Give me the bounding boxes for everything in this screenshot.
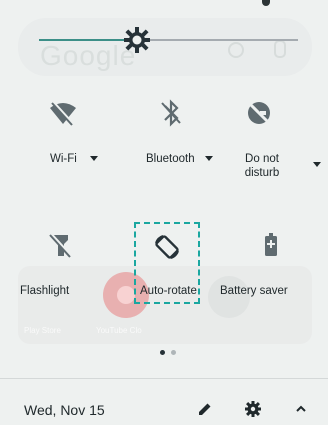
footer-date[interactable]: Wed, Nov 15 [24, 402, 105, 418]
auto-rotate-icon [155, 235, 179, 259]
wifi-dropdown-icon[interactable] [90, 156, 98, 161]
tile-do-not-disturb[interactable]: Do not disturb [220, 88, 322, 184]
gear-icon [245, 401, 261, 417]
background-app-label: YouTube Clo [96, 326, 142, 335]
dnd-dropdown-icon[interactable] [313, 162, 321, 167]
flashlight-off-icon [49, 232, 73, 258]
tile-bluetooth-label: Bluetooth [146, 153, 195, 165]
tile-flashlight-label: Flashlight [20, 285, 70, 297]
tile-battery-saver-label: Battery saver [220, 285, 288, 297]
battery-saver-icon [265, 233, 277, 256]
brightness-slider-fill[interactable] [39, 39, 135, 41]
tile-auto-rotate-label: Auto-rotate [140, 285, 197, 297]
page-indicator-active [160, 350, 165, 355]
tile-dnd-label-line2: disturb [244, 167, 280, 179]
tile-dnd-label-line1: Do not [245, 153, 279, 165]
collapse-button[interactable] [289, 397, 313, 421]
tile-bluetooth[interactable]: Bluetooth [128, 88, 218, 184]
brightness-icon [124, 27, 150, 53]
do-not-disturb-off-icon [248, 102, 270, 124]
bluetooth-off-icon [161, 99, 181, 127]
brightness-slider-thumb[interactable] [122, 25, 152, 55]
tile-wifi-label: Wi-Fi [50, 153, 77, 165]
settings-button[interactable] [241, 397, 265, 421]
bluetooth-dropdown-icon[interactable] [205, 156, 213, 161]
tile-auto-rotate[interactable]: Auto-rotate [134, 222, 200, 304]
background-app-label: Play Store [24, 326, 61, 335]
edit-tiles-button[interactable] [193, 397, 217, 421]
tile-wifi[interactable]: Wi-Fi [34, 88, 114, 184]
background-app-icon-inner [117, 286, 135, 304]
chevron-up-icon [296, 405, 306, 412]
page-indicator[interactable] [171, 350, 176, 355]
tile-flashlight[interactable]: Flashlight [20, 222, 106, 314]
pencil-icon [199, 403, 211, 415]
wifi-off-icon [50, 100, 76, 126]
background-mic-icon [274, 40, 286, 58]
tile-battery-saver[interactable]: Battery saver [220, 222, 318, 314]
brightness-slider-track[interactable] [135, 39, 298, 41]
background-search-icon [228, 42, 244, 58]
footer-divider [0, 378, 328, 379]
